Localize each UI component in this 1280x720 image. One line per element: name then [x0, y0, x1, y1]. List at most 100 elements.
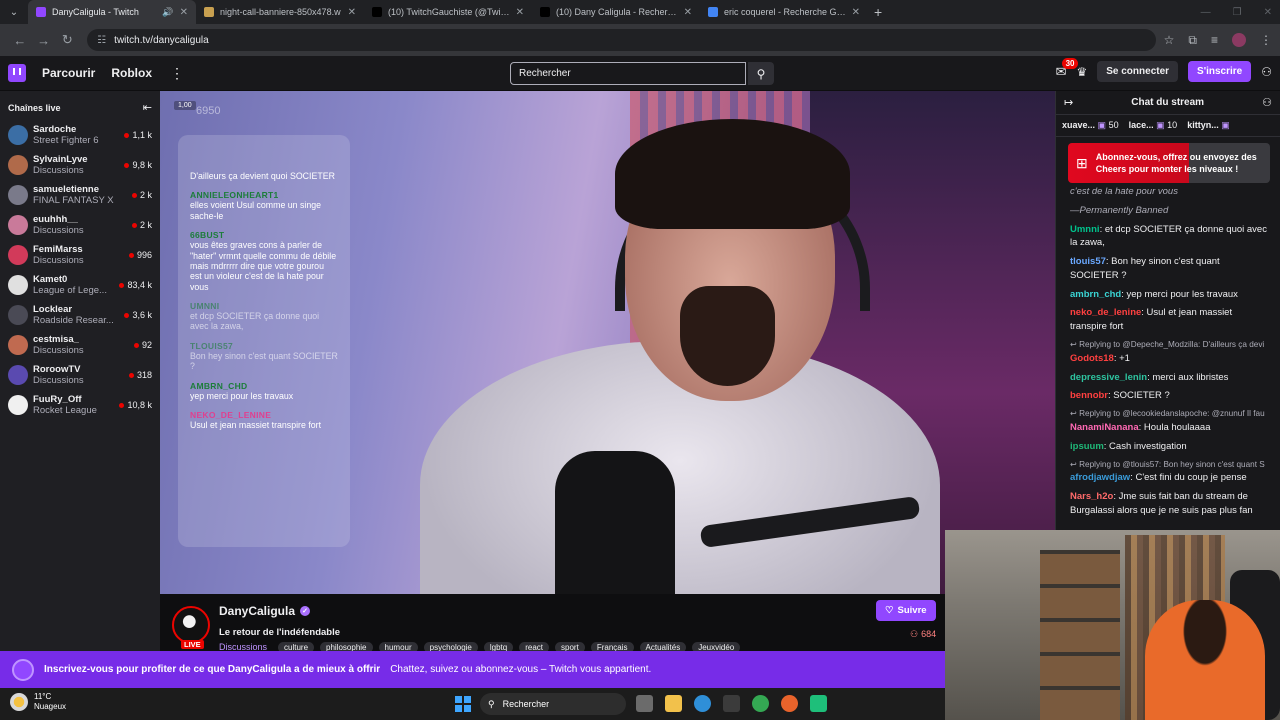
- channel-name: FuuRy_Off: [33, 394, 82, 405]
- media-control-icon[interactable]: ≡: [1211, 33, 1218, 47]
- overlay-message: AMBRN_CHD yep merci pour les travaux: [190, 381, 338, 401]
- sidebar-channel[interactable]: cestmisa_ Discussions 92: [0, 330, 160, 360]
- login-button[interactable]: Se connecter: [1097, 61, 1179, 82]
- maximize-button[interactable]: ❐: [1233, 7, 1242, 18]
- collapse-sidebar-icon[interactable]: ⇤: [143, 101, 152, 114]
- chat-username[interactable]: neko_de_lenine: [1070, 307, 1141, 318]
- leaderboard-entry[interactable]: xuave... ▣ 50: [1062, 120, 1119, 131]
- sidebar-channel[interactable]: RoroowTV Discussions 318: [0, 360, 160, 390]
- chrome-icon[interactable]: [752, 695, 769, 712]
- leaderboard-entry[interactable]: lace... ▣ 10: [1129, 120, 1178, 131]
- chat-username[interactable]: afrodjawdjaw: [1070, 472, 1130, 483]
- close-tab-icon[interactable]: ✕: [180, 7, 188, 18]
- tab-audio-icon[interactable]: 🔊: [162, 7, 173, 18]
- browser-tab[interactable]: DanyCaligula - Twitch 🔊 ✕: [28, 0, 196, 24]
- edge-icon[interactable]: [694, 695, 711, 712]
- browser-tab[interactable]: (10) Dany Caligula - Recherche ✕: [532, 0, 700, 24]
- inbox-button[interactable]: ✉ 30: [1056, 57, 1079, 80]
- channel-name: cestmisa_: [33, 334, 79, 345]
- live-dot-icon: [131, 222, 137, 228]
- sidebar-channel[interactable]: FuuRy_Off Rocket League 10,8 k: [0, 390, 160, 420]
- streamer-name[interactable]: DanyCaligula ✓: [219, 604, 311, 618]
- live-dot-icon: [119, 402, 125, 408]
- close-tab-icon[interactable]: ✕: [516, 7, 524, 18]
- windows-start-icon[interactable]: [455, 696, 471, 712]
- window-controls: — ❐ ✕: [1201, 0, 1272, 24]
- channel-avatar: [8, 155, 28, 175]
- signup-button[interactable]: S'inscrire: [1188, 61, 1252, 82]
- close-tab-icon[interactable]: ✕: [348, 7, 356, 18]
- firefox-icon[interactable]: [781, 695, 798, 712]
- signup-banner[interactable]: Inscrivez-vous pour profiter de ce que D…: [0, 651, 945, 688]
- app-icon[interactable]: [810, 695, 827, 712]
- hype-promo-banner[interactable]: ⊞ Abonnez-vous, offrez ou envoyez des Ch…: [1068, 143, 1270, 183]
- weather-widget[interactable]: 11°C Nuageux: [10, 692, 66, 712]
- tab-title: (10) Dany Caligula - Recherche: [556, 7, 678, 17]
- prime-crown-icon[interactable]: ♛: [1076, 65, 1087, 79]
- live-dot-icon: [124, 312, 130, 318]
- site-info-icon[interactable]: ☷: [97, 35, 106, 46]
- file-explorer-icon[interactable]: [665, 695, 682, 712]
- forward-button[interactable]: →: [32, 33, 56, 48]
- chat-username[interactable]: bennobr: [1070, 390, 1108, 401]
- tab-search-icon[interactable]: ⌄: [0, 0, 28, 24]
- sidebar-channel[interactable]: Locklear Roadside Resear... 3,6 k: [0, 300, 160, 330]
- sidebar-channel[interactable]: euuhhh__ Discussions 2 k: [0, 210, 160, 240]
- store-icon[interactable]: [723, 695, 740, 712]
- close-tab-icon[interactable]: ✕: [684, 7, 692, 18]
- search-input[interactable]: [510, 62, 746, 85]
- sidebar-channel[interactable]: Kamet0 League of Lege... 83,4 k: [0, 270, 160, 300]
- channel-name: RoroowTV: [33, 364, 81, 375]
- streamer-avatar[interactable]: [172, 606, 210, 644]
- sidebar-channel[interactable]: Sardoche Street Fighter 6 1,1 k: [0, 120, 160, 150]
- bookmark-star-icon[interactable]: ☆: [1164, 33, 1175, 47]
- task-view-icon[interactable]: [636, 695, 653, 712]
- channel-viewers: 10,8 k: [119, 400, 152, 410]
- chat-username[interactable]: tlouis57: [1070, 256, 1106, 267]
- follow-button[interactable]: ♡ Suivre: [876, 600, 936, 621]
- chat-username[interactable]: Godots18: [1070, 353, 1114, 364]
- video-player[interactable]: 1,00 6950 D'ailleurs ça devient quoi SOC…: [160, 91, 1055, 594]
- chat-username[interactable]: Umnni: [1070, 224, 1100, 235]
- leaderboard-entry[interactable]: kittyn... ▣: [1187, 120, 1230, 131]
- browser-tab[interactable]: (10) TwitchGauchiste (@Twitch ✕: [364, 0, 532, 24]
- chat-username[interactable]: ambrn_chd: [1070, 289, 1121, 300]
- sidebar-title: Chaînes live: [8, 102, 61, 113]
- twitch-logo-icon[interactable]: [8, 64, 26, 82]
- tab-favicon-icon: [204, 7, 214, 17]
- sidebar-channel[interactable]: FemiMarss Discussions 996: [0, 240, 160, 270]
- profile-avatar[interactable]: [1231, 33, 1246, 47]
- more-menu-icon[interactable]: ⋮: [170, 65, 184, 82]
- close-tab-icon[interactable]: ✕: [852, 7, 860, 18]
- chat-username[interactable]: NanamiNanana: [1070, 422, 1139, 433]
- browser-tab[interactable]: night-call-banniere-850x478.w ✕: [196, 0, 364, 24]
- chat-username[interactable]: depressive_lenin: [1070, 372, 1147, 383]
- browser-tab[interactable]: eric coquerel - Recherche Goo ✕: [700, 0, 868, 24]
- url-field[interactable]: ☷ twitch.tv/danycaligula: [87, 29, 1156, 51]
- sidebar-channel[interactable]: samueletienne FINAL FANTASY X 2 k: [0, 180, 160, 210]
- channel-viewer-count: 1,1 k: [132, 130, 152, 140]
- chat-users-icon[interactable]: ⚇: [1262, 96, 1272, 109]
- taskbar-search[interactable]: ⚲ Rechercher: [480, 693, 626, 715]
- channel-meta: cestmisa_ Discussions: [33, 334, 134, 356]
- collapse-chat-icon[interactable]: ↦: [1064, 96, 1073, 109]
- sidebar-channel[interactable]: SylvainLyve Discussions 9,8 k: [0, 150, 160, 180]
- chat-username[interactable]: Nars_h2o: [1070, 491, 1113, 502]
- minimize-button[interactable]: —: [1201, 7, 1211, 18]
- user-menu-icon[interactable]: ⚇: [1261, 65, 1272, 79]
- browse-link[interactable]: Parcourir: [42, 66, 95, 80]
- category-link[interactable]: Roblox: [111, 66, 152, 80]
- back-button[interactable]: ←: [8, 33, 32, 48]
- reload-button[interactable]: ↻: [55, 32, 79, 48]
- close-window-button[interactable]: ✕: [1264, 7, 1272, 18]
- channel-game: Rocket League: [33, 405, 97, 416]
- browser-menu-icon[interactable]: ⋮: [1260, 33, 1272, 47]
- tab-title: eric coquerel - Recherche Goo: [724, 7, 846, 17]
- chat-username[interactable]: ipsuum: [1070, 441, 1104, 452]
- viewer-icon: ⚇: [910, 629, 919, 639]
- chat-reply-context: ↩ Replying to @tlouis57: Bon hey sinon c…: [1070, 459, 1270, 471]
- search-button[interactable]: ⚲: [748, 62, 774, 85]
- extensions-icon[interactable]: ⧉: [1188, 33, 1197, 48]
- channel-avatar: [8, 395, 28, 415]
- new-tab-button[interactable]: +: [874, 4, 882, 20]
